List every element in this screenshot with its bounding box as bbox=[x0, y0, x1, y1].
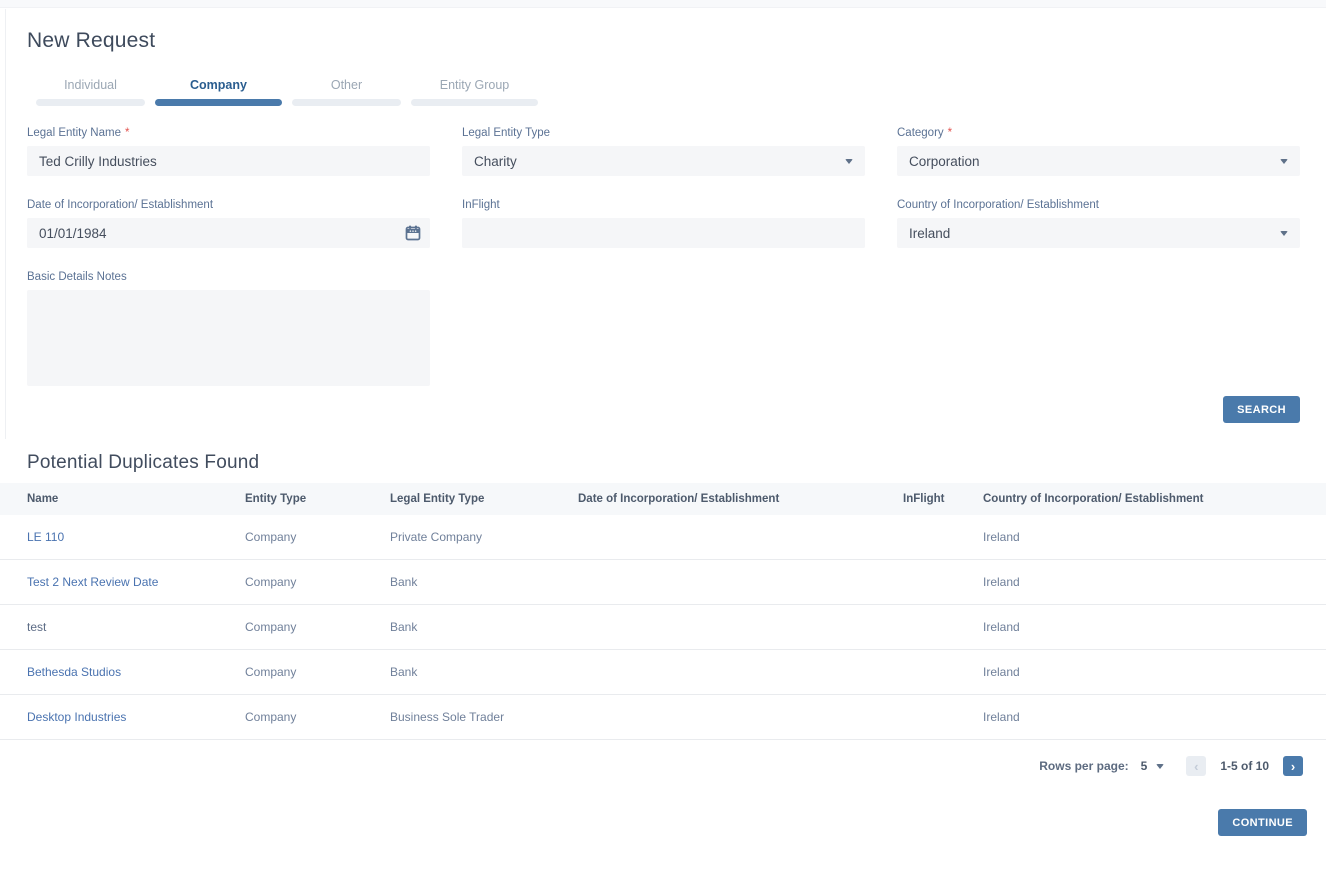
table-pagination: Rows per page: 5 ‹ 1-5 of 10 › bbox=[0, 740, 1326, 792]
row-entity-type: Company bbox=[245, 620, 390, 634]
tab-company-label: Company bbox=[190, 78, 247, 99]
column-header-date-of-incorporation: Date of Incorporation/ Establishment bbox=[578, 493, 903, 505]
row-country: Ireland bbox=[983, 575, 1326, 589]
row-country: Ireland bbox=[983, 530, 1326, 544]
card-left-edge bbox=[5, 9, 6, 439]
column-header-country: Country of Incorporation/ Establishment bbox=[983, 493, 1326, 505]
calendar-icon[interactable] bbox=[405, 225, 421, 246]
basic-details-notes-label: Basic Details Notes bbox=[27, 271, 430, 283]
country-of-incorporation-value: Ireland bbox=[909, 226, 950, 241]
column-header-inflight: InFlight bbox=[903, 493, 983, 505]
row-country: Ireland bbox=[983, 620, 1326, 634]
legal-entity-type-value: Charity bbox=[474, 154, 517, 169]
column-header-name: Name bbox=[0, 493, 245, 505]
page-title: New Request bbox=[27, 29, 1326, 53]
table-row: Test 2 Next Review Date Company Bank Ire… bbox=[0, 560, 1326, 605]
page-range-label: 1-5 of 10 bbox=[1220, 759, 1269, 773]
inflight-field: InFlight bbox=[462, 199, 865, 248]
row-legal-entity-type: Business Sole Trader bbox=[390, 710, 578, 724]
column-header-legal-entity-type: Legal Entity Type bbox=[390, 493, 578, 505]
tab-individual-indicator bbox=[36, 99, 145, 106]
inflight-label: InFlight bbox=[462, 199, 865, 211]
basic-details-notes-field: Basic Details Notes bbox=[27, 271, 430, 391]
tab-other-label: Other bbox=[331, 78, 362, 99]
continue-button[interactable]: CONTINUE bbox=[1218, 809, 1307, 836]
country-of-incorporation-label: Country of Incorporation/ Establishment bbox=[897, 199, 1300, 211]
legal-entity-type-field: Legal Entity Type Charity bbox=[462, 127, 865, 176]
tab-individual[interactable]: Individual bbox=[36, 78, 145, 106]
top-strip bbox=[0, 0, 1326, 8]
tab-company-indicator bbox=[155, 99, 282, 106]
row-legal-entity-type: Bank bbox=[390, 665, 578, 679]
category-value: Corporation bbox=[909, 154, 980, 169]
tab-other[interactable]: Other bbox=[292, 78, 401, 106]
legal-entity-type-select[interactable]: Charity bbox=[462, 146, 865, 176]
chevron-down-icon bbox=[1280, 159, 1288, 164]
row-legal-entity-type: Bank bbox=[390, 620, 578, 634]
duplicates-table: Name Entity Type Legal Entity Type Date … bbox=[0, 483, 1326, 740]
legal-entity-type-label: Legal Entity Type bbox=[462, 127, 865, 139]
row-country: Ireland bbox=[983, 710, 1326, 724]
tab-entity-group-label: Entity Group bbox=[440, 78, 509, 99]
country-of-incorporation-field: Country of Incorporation/ Establishment … bbox=[897, 199, 1300, 248]
request-type-tabs: Individual Company Other Entity Group bbox=[36, 78, 1326, 106]
column-header-entity-type: Entity Type bbox=[245, 493, 390, 505]
legal-entity-name-field: Legal Entity Name* bbox=[27, 127, 430, 176]
previous-page-button[interactable]: ‹ bbox=[1186, 756, 1206, 776]
date-of-incorporation-label: Date of Incorporation/ Establishment bbox=[27, 199, 430, 211]
required-marker: * bbox=[948, 127, 952, 139]
date-of-incorporation-input[interactable] bbox=[27, 218, 430, 248]
row-name-link[interactable]: Test 2 Next Review Date bbox=[0, 575, 245, 589]
basic-details-notes-input[interactable] bbox=[27, 290, 430, 386]
search-button[interactable]: SEARCH bbox=[1223, 396, 1300, 423]
legal-entity-name-label: Legal Entity Name* bbox=[27, 127, 430, 139]
row-entity-type: Company bbox=[245, 665, 390, 679]
tab-entity-group[interactable]: Entity Group bbox=[411, 78, 538, 106]
tab-entity-group-indicator bbox=[411, 99, 538, 106]
tab-company[interactable]: Company bbox=[155, 78, 282, 106]
legal-entity-name-input[interactable] bbox=[27, 146, 430, 176]
rows-per-page-label: Rows per page: bbox=[1039, 759, 1128, 773]
chevron-down-icon bbox=[1280, 231, 1288, 236]
company-details-form: Legal Entity Name* Legal Entity Type Cha… bbox=[27, 127, 1326, 391]
category-select[interactable]: Corporation bbox=[897, 146, 1300, 176]
inflight-input[interactable] bbox=[462, 218, 865, 248]
row-legal-entity-type: Private Company bbox=[390, 530, 578, 544]
required-marker: * bbox=[125, 127, 129, 139]
chevron-down-icon bbox=[845, 159, 853, 164]
next-page-button[interactable]: › bbox=[1283, 756, 1303, 776]
table-row: LE 110 Company Private Company Ireland bbox=[0, 515, 1326, 560]
row-entity-type: Company bbox=[245, 530, 390, 544]
chevron-down-icon[interactable] bbox=[1156, 764, 1164, 769]
tab-other-indicator bbox=[292, 99, 401, 106]
table-header-row: Name Entity Type Legal Entity Type Date … bbox=[0, 483, 1326, 515]
row-country: Ireland bbox=[983, 665, 1326, 679]
row-entity-type: Company bbox=[245, 710, 390, 724]
row-entity-type: Company bbox=[245, 575, 390, 589]
rows-per-page-value[interactable]: 5 bbox=[1141, 759, 1148, 773]
new-request-page: New Request Individual Company Other Ent… bbox=[0, 0, 1326, 869]
table-row: Desktop Industries Company Business Sole… bbox=[0, 695, 1326, 740]
row-name-link[interactable]: LE 110 bbox=[0, 530, 245, 544]
category-field: Category* Corporation bbox=[897, 127, 1300, 176]
tab-individual-label: Individual bbox=[64, 78, 117, 99]
category-label: Category* bbox=[897, 127, 1300, 139]
duplicates-section-title: Potential Duplicates Found bbox=[27, 452, 1326, 474]
row-name-link[interactable]: test bbox=[0, 620, 245, 634]
table-row: test Company Bank Ireland bbox=[0, 605, 1326, 650]
row-legal-entity-type: Bank bbox=[390, 575, 578, 589]
date-of-incorporation-field: Date of Incorporation/ Establishment bbox=[27, 199, 430, 248]
row-name-link[interactable]: Desktop Industries bbox=[0, 710, 245, 724]
row-name-link[interactable]: Bethesda Studios bbox=[0, 665, 245, 679]
table-row: Bethesda Studios Company Bank Ireland bbox=[0, 650, 1326, 695]
country-of-incorporation-select[interactable]: Ireland bbox=[897, 218, 1300, 248]
